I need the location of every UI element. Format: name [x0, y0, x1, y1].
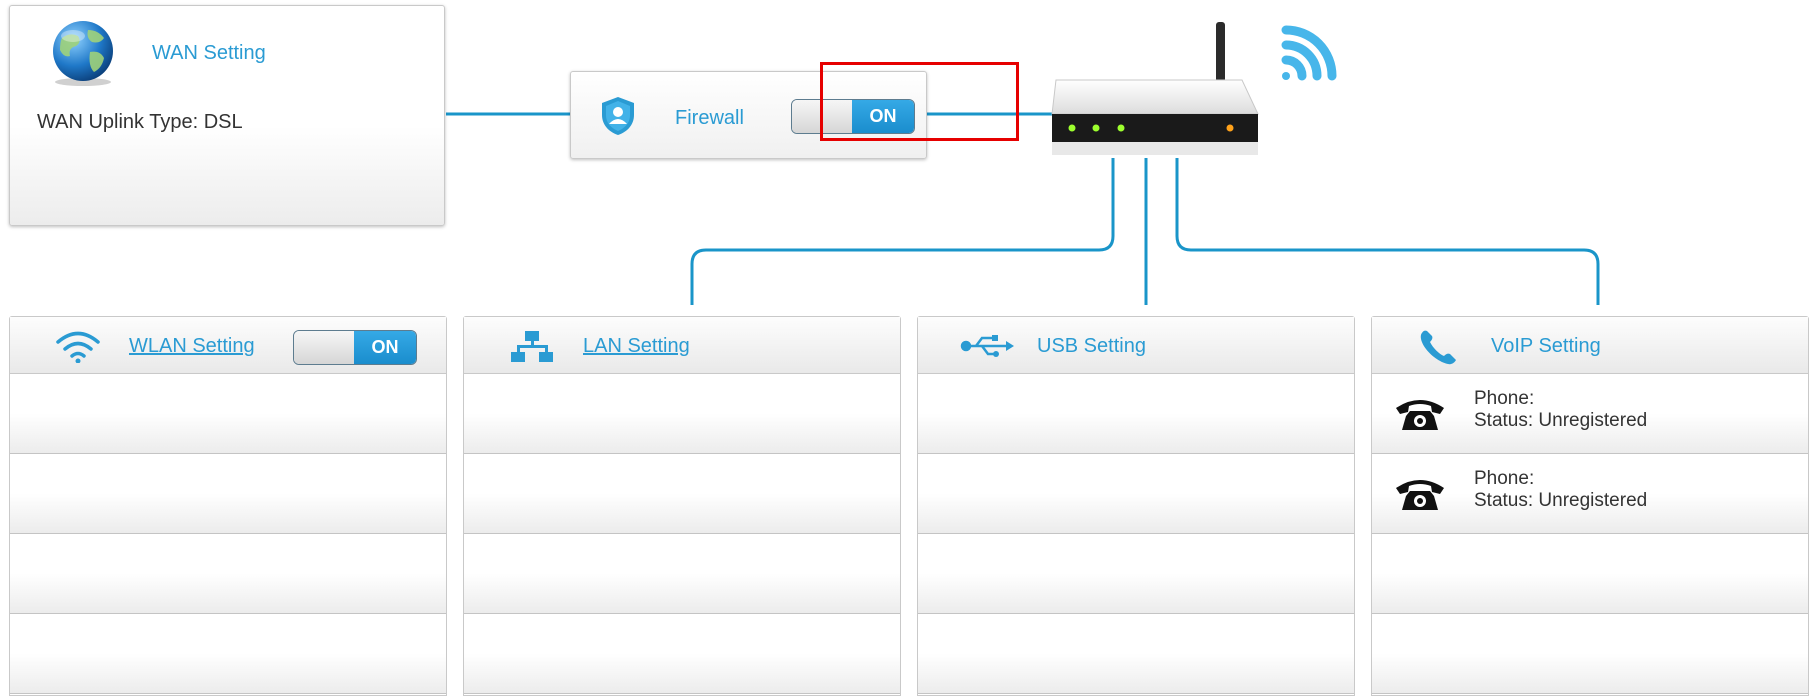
lan-setting-panel: LAN Setting [463, 316, 901, 696]
wan-uplink-type: WAN Uplink Type: DSL [37, 111, 243, 133]
list-item [464, 614, 900, 694]
list-item [918, 374, 1354, 454]
list-item [10, 374, 446, 454]
list-item [464, 374, 900, 454]
shield-user-icon [602, 97, 634, 135]
voip-setting-title[interactable]: VoIP Setting [1491, 335, 1601, 358]
voip-line-text: Phone: Status: Unregistered [1474, 388, 1647, 432]
wifi-signal-icon [1281, 25, 1337, 81]
wifi-icon [56, 331, 100, 363]
wlan-toggle[interactable]: ON [293, 330, 417, 365]
list-item [1372, 614, 1808, 694]
voip-status-label: Status: Unregistered [1474, 410, 1648, 431]
toggle-on-label: ON [354, 331, 416, 364]
voip-setting-panel: VoIP Setting Phone: Status: Unregistered… [1371, 316, 1809, 696]
list-item [10, 534, 446, 614]
wlan-panel-header: WLAN Setting ON [10, 317, 446, 374]
wireless-router-icon [1051, 22, 1337, 155]
voip-line-1[interactable]: Phone: Status: Unregistered [1372, 374, 1808, 454]
highlight-box [820, 62, 1019, 141]
list-item [918, 534, 1354, 614]
list-item [918, 454, 1354, 534]
wlan-setting-link[interactable]: WLAN Setting [129, 335, 255, 358]
telephone-icon [1396, 480, 1444, 510]
wlan-setting-panel: WLAN Setting ON [9, 316, 447, 696]
lan-panel-header: LAN Setting [464, 317, 900, 374]
wan-setting-title[interactable]: WAN Setting [152, 42, 266, 65]
telephone-icon [1396, 400, 1444, 430]
firewall-label: Firewall [675, 107, 744, 129]
globe-icon [53, 21, 113, 86]
voip-line-text: Phone: Status: Unregistered [1474, 468, 1647, 512]
network-icon [511, 331, 553, 362]
list-item [464, 534, 900, 614]
wan-setting-card[interactable]: WAN Setting WAN Uplink Type: DSL [9, 5, 445, 226]
voip-phone-label: Phone: [1474, 468, 1535, 489]
list-item [10, 614, 446, 694]
toggle-knob [294, 331, 355, 364]
voip-panel-header: VoIP Setting [1372, 317, 1808, 374]
phone-handset-icon [1420, 330, 1456, 365]
voip-status-label: Status: Unregistered [1474, 490, 1648, 511]
usb-icon [960, 335, 1014, 357]
voip-line-2[interactable]: Phone: Status: Unregistered [1372, 454, 1808, 534]
voip-phone-label: Phone: [1474, 388, 1535, 409]
list-item [918, 614, 1354, 694]
list-item [1372, 534, 1808, 614]
lan-setting-link[interactable]: LAN Setting [583, 335, 690, 358]
usb-setting-panel: USB Setting [917, 316, 1355, 696]
list-item [10, 454, 446, 534]
usb-setting-title[interactable]: USB Setting [1037, 335, 1146, 358]
usb-panel-header: USB Setting [918, 317, 1354, 374]
list-item [464, 454, 900, 534]
